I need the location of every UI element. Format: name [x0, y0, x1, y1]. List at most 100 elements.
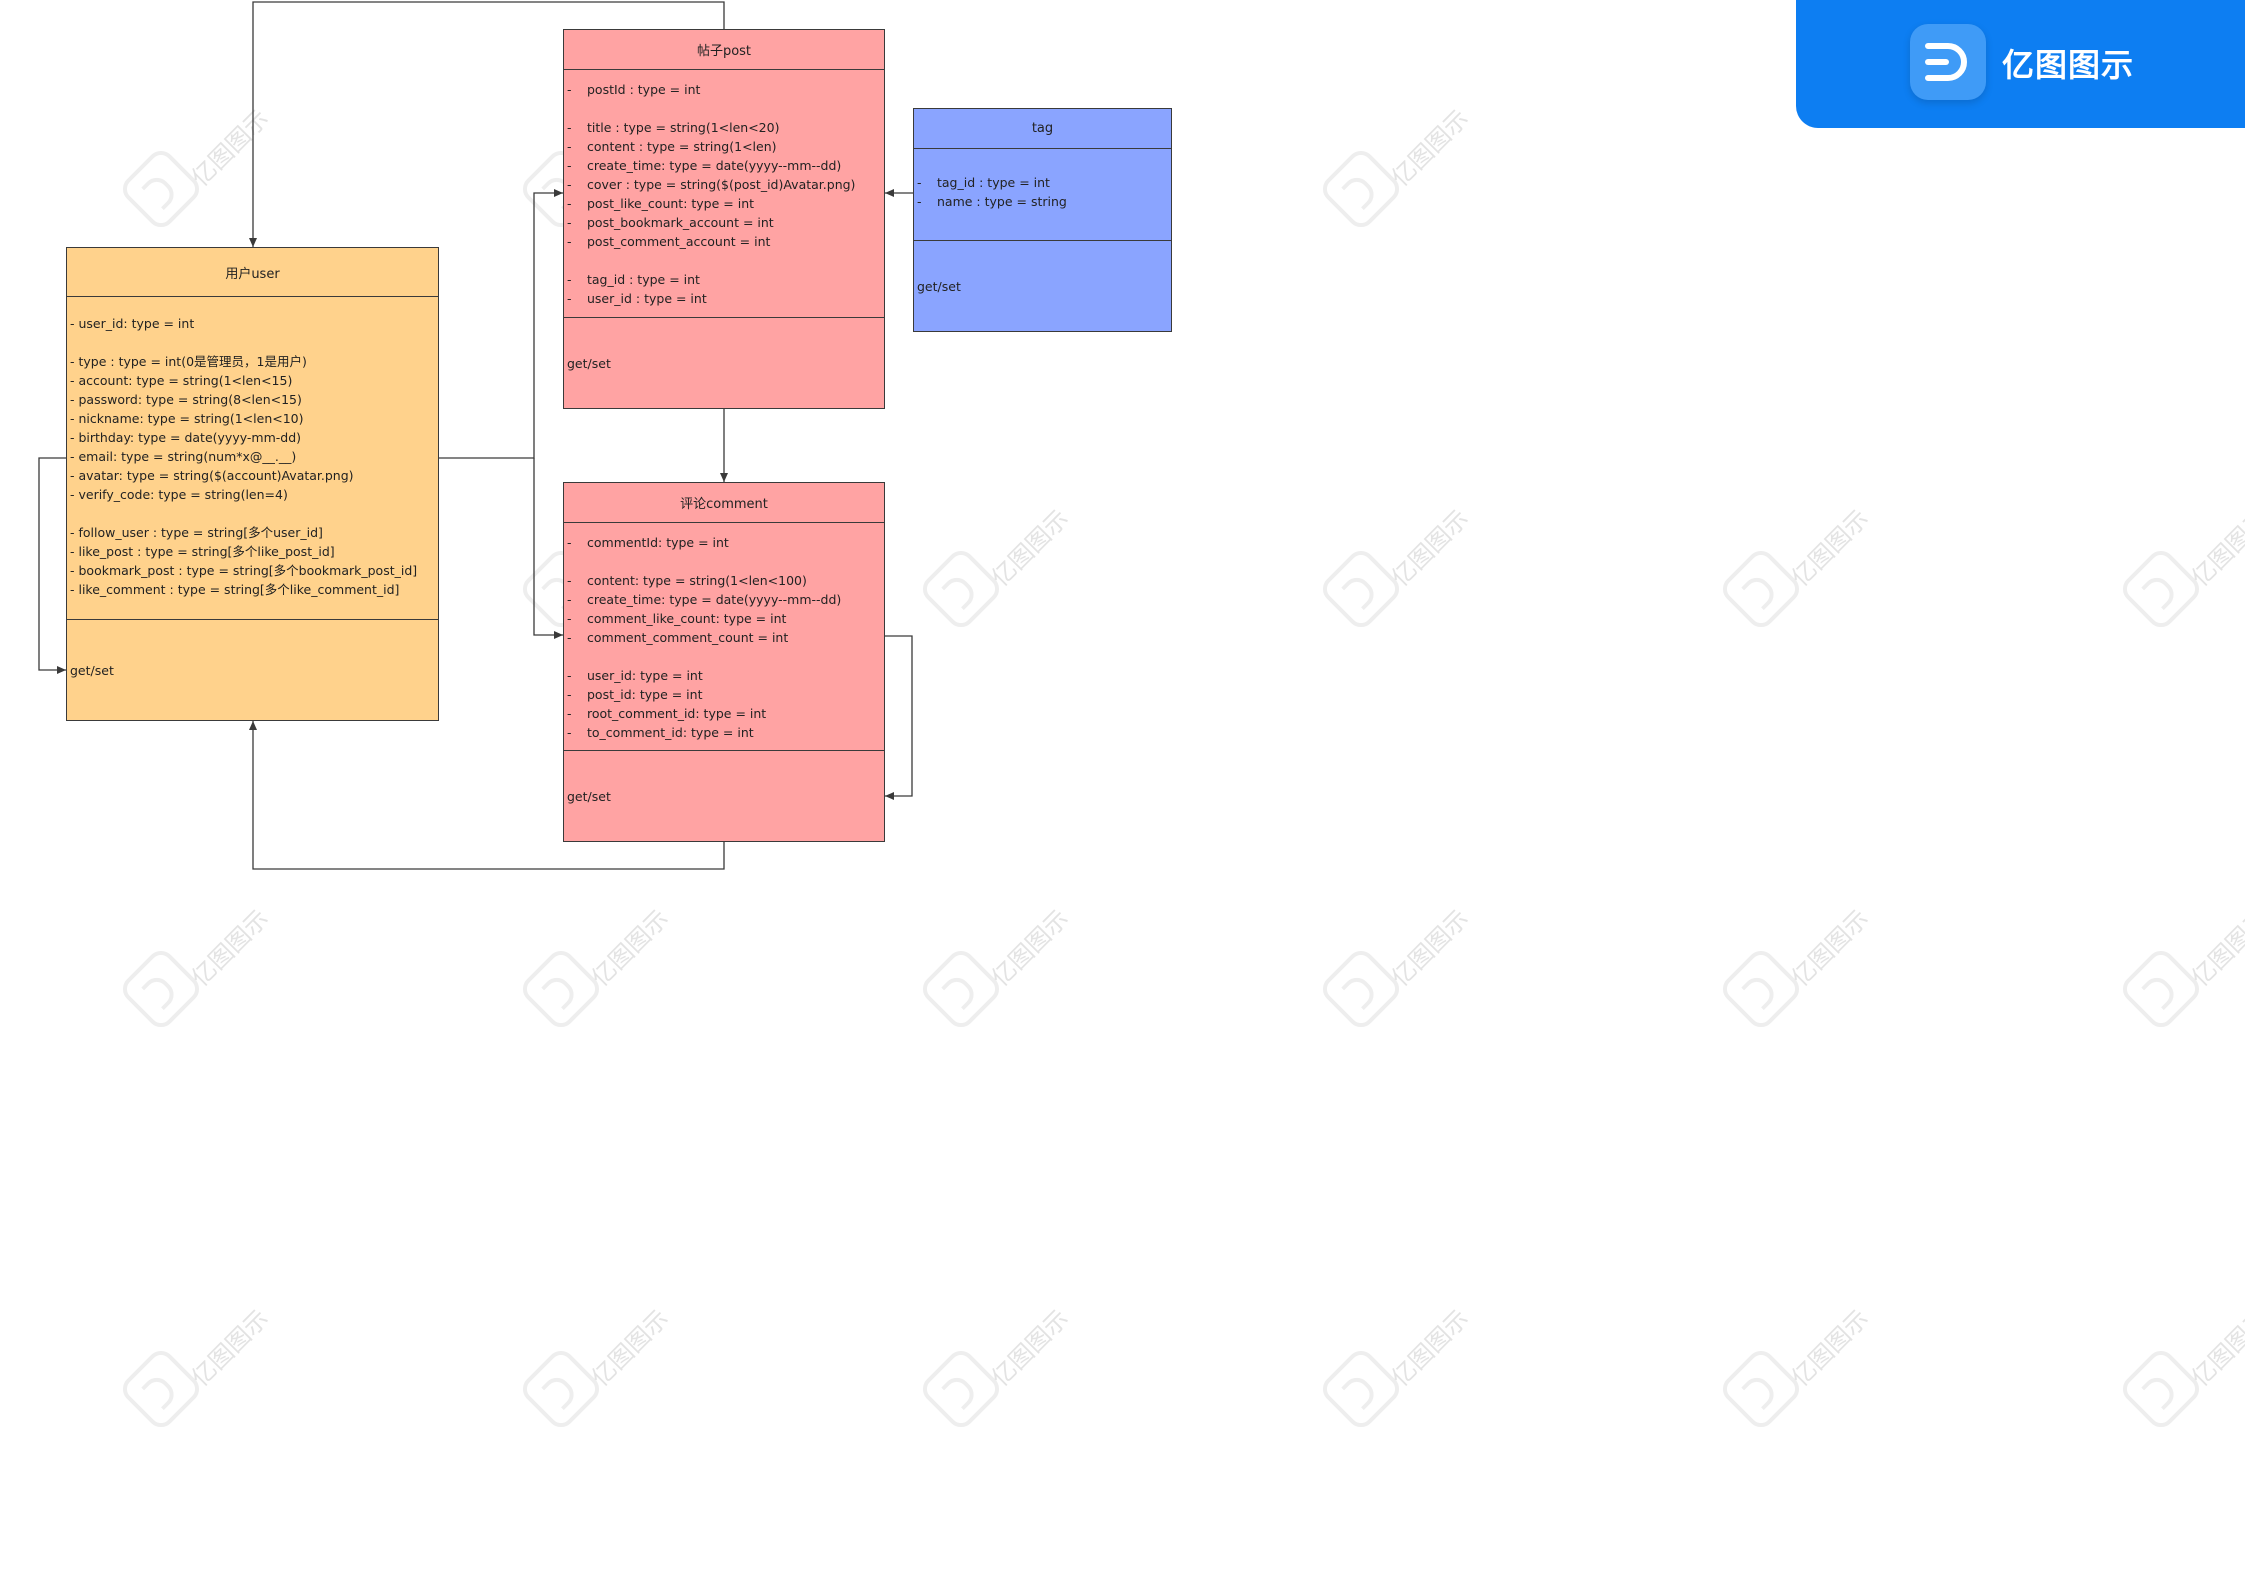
- class-post-attributes: - postId : type = int - title : type = stri…: [564, 70, 884, 318]
- brand-banner[interactable]: 亿图图示: [1796, 0, 2245, 128]
- class-user-title: 用户user: [67, 248, 438, 297]
- attribute-visibility: -: [567, 291, 572, 306]
- class-attribute: - post_bookmark_account = int: [567, 213, 884, 232]
- attribute-visibility: -: [567, 234, 572, 249]
- class-post-title: 帖子post: [564, 30, 884, 70]
- class-attribute: - cover : type = string($(post_id)Avatar.…: [567, 175, 884, 194]
- class-tag[interactable]: tag - tag_id : type = int - name : type = s…: [913, 108, 1172, 332]
- attribute-text: post_like_count: type = int: [587, 196, 755, 211]
- attribute-text: content : type = string(1<len): [587, 139, 777, 154]
- class-attribute: - root_comment_id: type = int: [567, 704, 884, 723]
- connector-user-self: [38, 457, 66, 674]
- attribute-text: tag_id : type = int: [587, 272, 700, 287]
- attribute-visibility: -: [567, 272, 572, 287]
- connector-comment-self: [885, 635, 913, 800]
- attribute-visibility: -: [567, 725, 572, 740]
- class-comment-methods: get/set: [567, 788, 611, 804]
- attribute-text: commentId: type = int: [587, 535, 729, 550]
- connector-user-to-comment: [533, 458, 563, 639]
- class-attribute: - birthday: type = date(yyyy-mm-dd): [70, 430, 302, 445]
- class-attribute: [70, 504, 438, 523]
- attribute-visibility: -: [567, 158, 572, 173]
- class-attribute: [567, 251, 884, 270]
- class-attribute: - post_like_count: type = int: [567, 194, 884, 213]
- class-attribute: - follow_user : type = string[多个user_id]: [70, 525, 323, 540]
- attribute-visibility: -: [567, 215, 572, 230]
- class-attribute: - like_post : type = string[多个like_post_…: [70, 544, 335, 559]
- class-attribute: - password: type = string(8<len<15): [70, 392, 302, 407]
- attribute-visibility: -: [567, 177, 572, 192]
- attribute-visibility: -: [567, 573, 572, 588]
- class-user[interactable]: 用户user - user_id: type = int - type : typ…: [66, 247, 439, 721]
- attribute-text: user_id : type = int: [587, 291, 707, 306]
- attribute-visibility: -: [567, 139, 572, 154]
- class-post[interactable]: 帖子post - postId : type = int - title : type…: [563, 29, 885, 409]
- attribute-text: to_comment_id: type = int: [587, 725, 754, 740]
- class-attribute: - title : type = string(1<len<20): [567, 118, 884, 137]
- attribute-visibility: -: [567, 668, 572, 683]
- attribute-text: postId : type = int: [587, 82, 701, 97]
- attribute-visibility: -: [567, 611, 572, 626]
- class-comment-attributes: - commentId: type = int - content: type = s…: [564, 523, 884, 751]
- class-post-methods: get/set: [567, 355, 611, 371]
- class-attribute: [567, 647, 884, 666]
- attribute-visibility: -: [567, 687, 572, 702]
- attribute-text: user_id: type = int: [587, 668, 703, 683]
- class-attribute: - post_id: type = int: [567, 685, 884, 704]
- edraw-logo-icon: [1910, 24, 1986, 100]
- class-attribute: [567, 99, 884, 118]
- class-comment[interactable]: 评论comment - commentId: type = int - content…: [563, 482, 885, 842]
- class-attribute: - comment_comment_count = int: [567, 628, 884, 647]
- class-attribute: - tag_id : type = int: [567, 270, 884, 289]
- attribute-text: root_comment_id: type = int: [587, 706, 767, 721]
- attribute-visibility: -: [567, 535, 572, 550]
- class-tag-methods: get/set: [917, 278, 961, 294]
- attribute-visibility: -: [567, 120, 572, 135]
- class-tag-attributes: - tag_id : type = int - name : type = strin…: [914, 149, 1171, 241]
- attribute-text: cover : type = string($(post_id)Avatar.p…: [587, 177, 856, 192]
- attribute-text: create_time: type = date(yyyy--mm--dd): [587, 158, 842, 173]
- class-attribute: - content: type = string(1<len<100): [567, 571, 884, 590]
- class-attribute: - user_id: type = int: [70, 316, 195, 331]
- attribute-text: create_time: type = date(yyyy--mm--dd): [587, 592, 842, 607]
- class-attribute: [567, 552, 884, 571]
- connector-user-to-post: [439, 189, 563, 459]
- attribute-text: comment_comment_count = int: [587, 630, 789, 645]
- class-comment-title: 评论comment: [564, 483, 884, 523]
- class-attribute: - like_comment : type = string[多个like_co…: [70, 582, 400, 597]
- class-attribute: - tag_id : type = int: [917, 173, 1171, 192]
- attribute-visibility: -: [917, 194, 922, 209]
- class-attribute: - create_time: type = date(yyyy--mm--dd): [567, 156, 884, 175]
- class-user-methods: get/set: [70, 662, 114, 678]
- attribute-text: tag_id : type = int: [937, 175, 1050, 190]
- class-attribute: - user_id: type = int: [567, 666, 884, 685]
- attribute-visibility: -: [567, 706, 572, 721]
- attribute-visibility: -: [567, 82, 572, 97]
- class-attribute: - nickname: type = string(1<len<10): [70, 411, 304, 426]
- brand-name: 亿图图示: [2002, 46, 2135, 84]
- class-attribute: - verify_code: type = string(len=4): [70, 487, 288, 502]
- class-attribute: - post_comment_account = int: [567, 232, 884, 251]
- attribute-text: post_comment_account = int: [587, 234, 771, 249]
- class-user-attributes: - user_id: type = int - type : type = int…: [67, 297, 438, 620]
- class-attribute: - to_comment_id: type = int: [567, 723, 884, 742]
- class-attribute: [70, 333, 438, 352]
- class-attribute: - bookmark_post : type = string[多个bookma…: [70, 563, 418, 578]
- attribute-text: content: type = string(1<len<100): [587, 573, 807, 588]
- class-attribute: - email: type = string(num*x@__.__): [70, 449, 297, 464]
- attribute-text: name : type = string: [937, 194, 1067, 209]
- class-attribute: - comment_like_count: type = int: [567, 609, 884, 628]
- attribute-text: title : type = string(1<len<20): [587, 120, 780, 135]
- attribute-visibility: -: [567, 592, 572, 607]
- class-attribute: - commentId: type = int: [567, 533, 884, 552]
- attribute-text: post_bookmark_account = int: [587, 215, 774, 230]
- class-attribute: - account: type = string(1<len<15): [70, 373, 293, 388]
- class-attribute: - avatar: type = string($(account)Avatar…: [70, 468, 354, 483]
- class-attribute: - user_id : type = int: [567, 289, 884, 308]
- attribute-visibility: -: [917, 175, 922, 190]
- attribute-visibility: -: [567, 630, 572, 645]
- attribute-text: comment_like_count: type = int: [587, 611, 787, 626]
- attribute-text: post_id: type = int: [587, 687, 703, 702]
- attribute-visibility: -: [567, 196, 572, 211]
- class-attribute: - postId : type = int: [567, 80, 884, 99]
